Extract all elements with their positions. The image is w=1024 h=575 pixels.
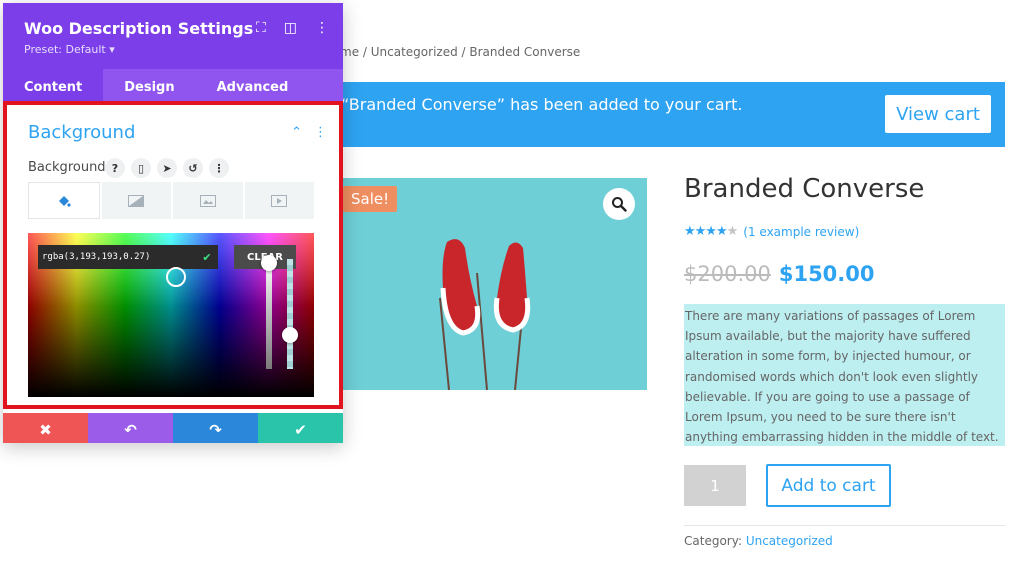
apply-check-icon[interactable]: ✔ bbox=[196, 245, 218, 269]
gradient-tab[interactable] bbox=[101, 182, 171, 219]
paint-bucket-icon bbox=[58, 195, 71, 207]
collapse-icon[interactable]: ⌃ bbox=[291, 125, 302, 140]
background-type-tabs bbox=[28, 182, 314, 219]
settings-panel: Woo Description Settings Preset: Default… bbox=[3, 3, 343, 443]
product-description: There are many variations of passages of… bbox=[684, 304, 1005, 446]
meta-divider bbox=[684, 525, 1005, 526]
hover-cursor-icon[interactable]: ➤ bbox=[157, 158, 177, 178]
split-view-icon[interactable]: ◫ bbox=[284, 20, 297, 36]
color-value-input[interactable]: rgba(3,193,193,0.27) bbox=[38, 245, 218, 269]
category-label: Category: bbox=[684, 534, 742, 548]
product-category: Category: Uncategorized bbox=[684, 534, 833, 548]
magnifier-icon bbox=[612, 197, 627, 212]
video-tab[interactable] bbox=[244, 182, 314, 219]
section-controls: ⌃ ⋮ bbox=[291, 125, 327, 140]
product-title: Branded Converse bbox=[684, 174, 925, 204]
save-button[interactable]: ✔ bbox=[258, 413, 343, 443]
product-price: $200.00 $150.00 bbox=[684, 262, 875, 286]
zoom-button[interactable] bbox=[603, 188, 635, 220]
lightness-slider-knob[interactable] bbox=[261, 255, 277, 271]
product-image: Sale! bbox=[337, 178, 647, 390]
add-to-cart-button[interactable]: Add to cart bbox=[766, 464, 891, 507]
lightness-slider[interactable] bbox=[266, 259, 272, 369]
rating-stars: ★★★★★ bbox=[684, 224, 738, 239]
image-icon bbox=[199, 194, 216, 207]
notice-text: “Branded Converse” has been added to you… bbox=[341, 95, 743, 114]
color-picker[interactable]: rgba(3,193,193,0.27) ✔ CLEAR bbox=[28, 233, 314, 397]
background-label-icons: ? ▯ ➤ ↺ ⋮ bbox=[105, 158, 229, 178]
cart-notice: “Branded Converse” has been added to you… bbox=[337, 82, 1005, 147]
panel-title: Woo Description Settings bbox=[24, 19, 254, 38]
tab-design[interactable]: Design bbox=[103, 69, 195, 105]
opacity-slider[interactable] bbox=[287, 259, 293, 369]
help-icon[interactable]: ? bbox=[105, 158, 125, 178]
header-icons: ⛶ ◫ ⋮ bbox=[256, 20, 329, 36]
tab-advanced[interactable]: Advanced bbox=[196, 69, 310, 105]
view-cart-button[interactable]: View cart bbox=[885, 95, 991, 133]
section-title[interactable]: Background bbox=[28, 122, 135, 143]
more-icon[interactable]: ⋮ bbox=[209, 158, 229, 178]
picker-cursor[interactable] bbox=[166, 267, 186, 287]
category-link[interactable]: Uncategorized bbox=[746, 534, 833, 548]
sale-badge: Sale! bbox=[343, 186, 398, 212]
responsive-icon[interactable]: ▯ bbox=[131, 158, 151, 178]
video-icon bbox=[271, 194, 288, 207]
preset-dropdown[interactable]: Preset: Default ▾ bbox=[24, 43, 115, 56]
panel-header: Woo Description Settings Preset: Default… bbox=[3, 3, 343, 69]
product-rating: ★★★★★ (1 example review) bbox=[684, 224, 859, 239]
fullscreen-icon[interactable]: ⛶ bbox=[256, 20, 266, 36]
undo-button[interactable]: ↶ bbox=[88, 413, 173, 443]
price-new: $150.00 bbox=[778, 262, 875, 286]
opacity-slider-knob[interactable] bbox=[282, 327, 298, 343]
panel-tabs: Content Design Advanced bbox=[3, 69, 343, 105]
breadcrumb: me / Uncategorized / Branded Converse bbox=[340, 45, 581, 59]
gradient-icon bbox=[128, 194, 145, 207]
image-tab[interactable] bbox=[173, 182, 243, 219]
page: me / Uncategorized / Branded Converse “B… bbox=[0, 0, 1024, 575]
color-fill-tab[interactable] bbox=[28, 182, 100, 219]
panel-footer: ✖ ↶ ↷ ✔ bbox=[3, 413, 343, 443]
redo-button[interactable]: ↷ bbox=[173, 413, 258, 443]
review-link[interactable]: (1 example review) bbox=[743, 225, 859, 239]
price-old: $200.00 bbox=[684, 262, 771, 286]
tab-content[interactable]: Content bbox=[3, 69, 104, 105]
background-label: Background bbox=[28, 160, 106, 175]
cancel-button[interactable]: ✖ bbox=[3, 413, 88, 443]
quantity-input[interactable]: 1 bbox=[684, 465, 746, 506]
reset-icon[interactable]: ↺ bbox=[183, 158, 203, 178]
section-menu-icon[interactable]: ⋮ bbox=[314, 125, 327, 140]
more-options-icon[interactable]: ⋮ bbox=[315, 20, 329, 36]
